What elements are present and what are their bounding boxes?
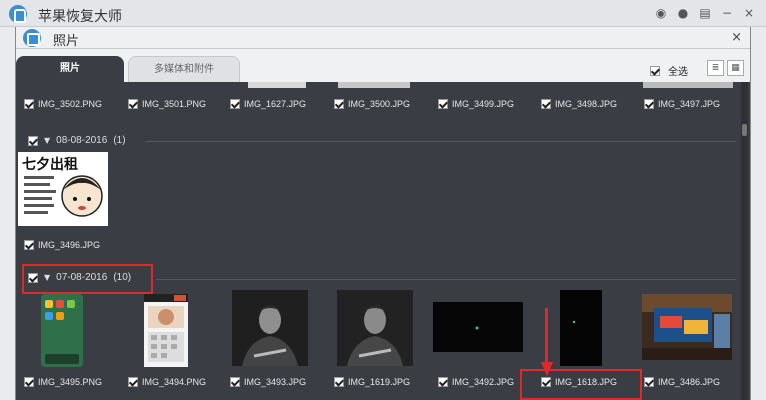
file-name: IMG_3498.JPG <box>555 99 618 109</box>
item-checkbox[interactable] <box>128 377 138 387</box>
minimize-icon[interactable]: − <box>720 6 734 20</box>
item-checkbox[interactable] <box>24 377 34 387</box>
list-item[interactable]: IMG_3495.PNG <box>24 377 102 387</box>
select-all-checkbox[interactable] <box>650 65 660 76</box>
photo-thumbnail[interactable] <box>232 290 308 366</box>
item-checkbox[interactable] <box>24 240 34 250</box>
file-name: IMG_3499.JPG <box>452 99 515 109</box>
file-name: IMG_3500.JPG <box>348 99 411 109</box>
list-item[interactable]: IMG_3501.PNG <box>128 99 206 109</box>
list-item[interactable]: IMG_3497.JPG <box>644 99 720 109</box>
select-all[interactable]: 全选 <box>650 63 688 78</box>
chat-icon[interactable]: ● <box>676 6 690 20</box>
window-title: 照片 <box>53 34 80 49</box>
app-title-bar: 苹果恢复大师 ◉ ● ▤ − × <box>0 0 766 27</box>
item-checkbox[interactable] <box>541 99 551 109</box>
item-checkbox[interactable] <box>230 99 240 109</box>
item-checkbox[interactable] <box>644 377 654 387</box>
select-all-label: 全选 <box>668 67 688 78</box>
group-count: (1) <box>113 135 126 146</box>
chat-screenshot-image <box>144 294 188 362</box>
list-item[interactable]: IMG_3496.JPG <box>24 240 100 250</box>
thumb-strip <box>338 82 410 88</box>
item-checkbox[interactable] <box>128 99 138 109</box>
group-header[interactable]: ▼ 08-08-2016 (1) <box>28 135 126 146</box>
portrait-image <box>337 290 413 366</box>
close-icon[interactable]: × <box>742 6 756 20</box>
list-item[interactable]: IMG_1619.JPG <box>334 377 410 387</box>
scrollbar-thumb[interactable] <box>742 124 747 136</box>
tab-bar: 照片 多媒体和附件 全选 ≣ ▦ <box>16 49 750 82</box>
file-name: IMG_1619.JPG <box>348 377 411 387</box>
file-name: IMG_1627.JPG <box>244 99 307 109</box>
photo-thumbnail[interactable]: 七夕出租 <box>18 152 108 226</box>
window-header: 照片 × <box>16 27 750 49</box>
app-logo-icon <box>9 5 27 23</box>
list-item[interactable]: IMG_3493.JPG <box>230 377 306 387</box>
thumb-strip <box>248 82 306 88</box>
file-name: IMG_3494.PNG <box>142 377 207 387</box>
file-name: IMG_3497.JPG <box>658 99 721 109</box>
group-date: 08-08-2016 <box>56 135 108 146</box>
photo-thumbnail[interactable] <box>433 302 523 352</box>
item-checkbox[interactable] <box>334 377 344 387</box>
item-checkbox[interactable] <box>334 99 344 109</box>
tv-room-image <box>642 294 732 360</box>
list-item[interactable]: IMG_3499.JPG <box>438 99 514 109</box>
tab-media[interactable]: 多媒体和附件 <box>128 56 240 82</box>
list-item[interactable]: IMG_3502.PNG <box>24 99 102 109</box>
file-name: IMG_3492.JPG <box>452 377 515 387</box>
thumb-strip <box>643 82 733 88</box>
list-item[interactable]: IMG_3492.JPG <box>438 377 514 387</box>
list-view-button[interactable]: ≣ <box>707 60 724 76</box>
file-name: IMG_3495.PNG <box>38 377 103 387</box>
window-close-button[interactable]: × <box>731 30 742 45</box>
photo-thumbnail[interactable] <box>560 290 602 366</box>
feedback-icon[interactable]: ▤ <box>698 6 712 20</box>
highlight-box <box>22 264 153 294</box>
dark-photo-image <box>433 302 523 352</box>
file-name: IMG_3501.PNG <box>142 99 207 109</box>
photos-logo-icon <box>23 29 41 47</box>
poster-image: 七夕出租 <box>22 156 103 217</box>
highlight-box <box>520 369 642 400</box>
item-checkbox[interactable] <box>230 377 240 387</box>
list-item[interactable]: IMG_3500.JPG <box>334 99 410 109</box>
list-item[interactable]: IMG_3486.JPG <box>644 377 720 387</box>
file-name: IMG_3496.JPG <box>38 240 101 250</box>
divider <box>146 141 736 142</box>
app-title: 苹果恢复大师 <box>38 9 122 25</box>
grid-view-button[interactable]: ▦ <box>727 60 744 76</box>
file-name: IMG_3486.JPG <box>658 377 721 387</box>
poster-heading: 七夕出租 <box>22 156 78 173</box>
scrollbar[interactable] <box>741 82 748 400</box>
divider <box>156 279 736 280</box>
annotation-arrow <box>545 308 548 364</box>
file-name: IMG_3502.PNG <box>38 99 103 109</box>
file-name: IMG_3493.JPG <box>244 377 307 387</box>
tab-photos[interactable]: 照片 <box>16 56 124 82</box>
phone-screenshot-image <box>41 294 83 367</box>
photo-thumbnail[interactable] <box>144 294 188 367</box>
photo-thumbnail[interactable] <box>642 294 732 360</box>
dark-photo-image <box>560 290 602 366</box>
weibo-icon[interactable]: ◉ <box>654 6 668 20</box>
list-item[interactable]: IMG_1627.JPG <box>230 99 306 109</box>
list-item[interactable]: IMG_3498.JPG <box>541 99 617 109</box>
collapse-triangle-icon[interactable]: ▼ <box>44 136 50 145</box>
group-checkbox[interactable] <box>28 135 38 146</box>
portrait-image <box>232 290 308 366</box>
photos-window: 照片 × 照片 多媒体和附件 全选 ≣ ▦ IMG_3502.PNG IMG_3… <box>15 27 751 400</box>
item-checkbox[interactable] <box>438 377 448 387</box>
photo-thumbnail[interactable] <box>337 290 413 366</box>
item-checkbox[interactable] <box>438 99 448 109</box>
item-checkbox[interactable] <box>24 99 34 109</box>
list-item[interactable]: IMG_3494.PNG <box>128 377 206 387</box>
photo-thumbnail[interactable] <box>41 294 83 367</box>
app-window-controls: ◉ ● ▤ − × <box>654 6 756 20</box>
item-checkbox[interactable] <box>644 99 654 109</box>
photo-list[interactable]: IMG_3502.PNG IMG_3501.PNG IMG_1627.JPG I… <box>16 82 750 400</box>
